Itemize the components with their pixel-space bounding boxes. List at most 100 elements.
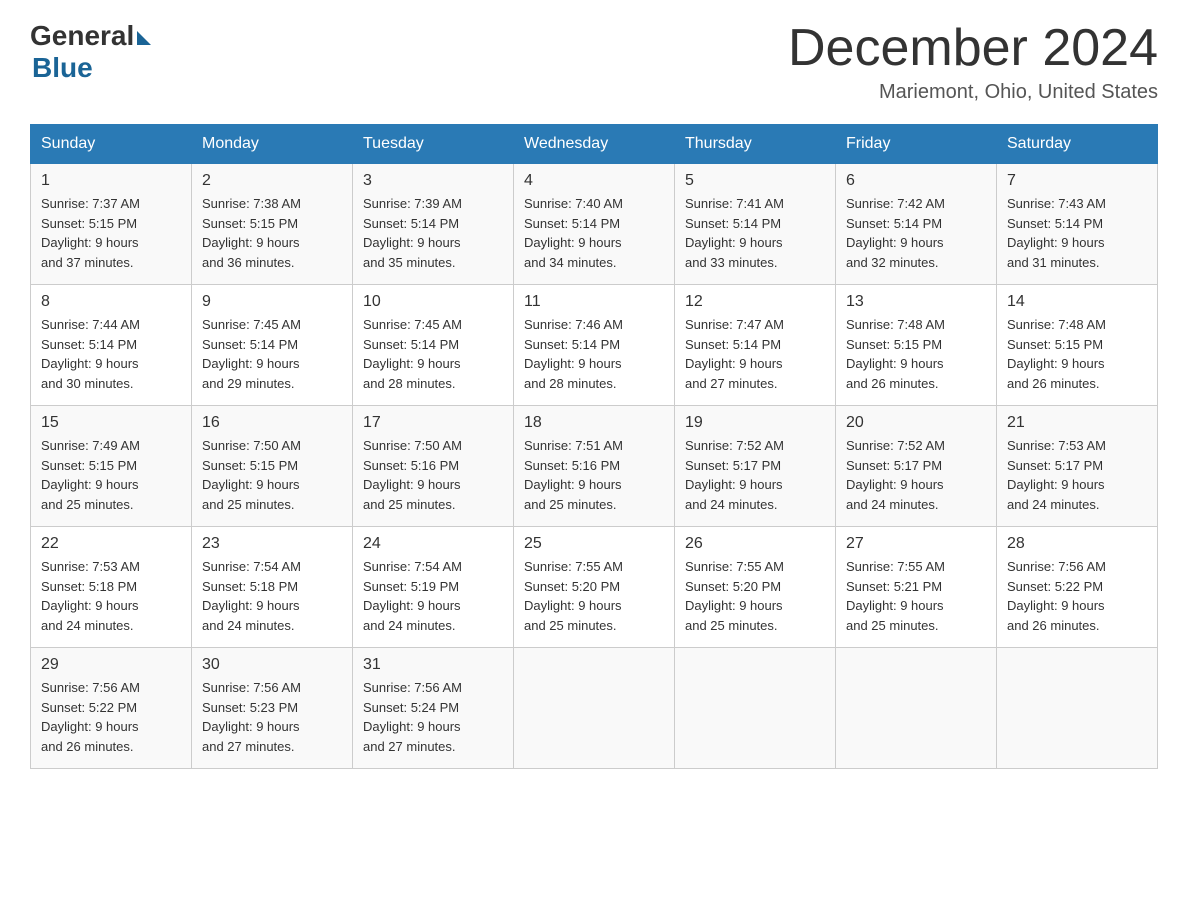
day-number: 28 bbox=[1007, 535, 1147, 553]
day-number: 1 bbox=[41, 172, 181, 190]
day-number: 19 bbox=[685, 414, 825, 432]
day-number: 30 bbox=[202, 656, 342, 674]
day-number: 4 bbox=[524, 172, 664, 190]
calendar-day-cell: 20 Sunrise: 7:52 AMSunset: 5:17 PMDayligh… bbox=[836, 406, 997, 527]
calendar-day-cell: 5 Sunrise: 7:41 AMSunset: 5:14 PMDaylight… bbox=[675, 164, 836, 285]
day-number: 31 bbox=[363, 656, 503, 674]
day-number: 10 bbox=[363, 293, 503, 311]
calendar-day-cell: 25 Sunrise: 7:55 AMSunset: 5:20 PMDayligh… bbox=[514, 527, 675, 648]
day-info: Sunrise: 7:40 AMSunset: 5:14 PMDaylight:… bbox=[524, 194, 664, 272]
calendar-week-row: 29 Sunrise: 7:56 AMSunset: 5:22 PMDayligh… bbox=[31, 648, 1158, 769]
day-number: 22 bbox=[41, 535, 181, 553]
day-info: Sunrise: 7:48 AMSunset: 5:15 PMDaylight:… bbox=[1007, 315, 1147, 393]
logo: General Blue bbox=[30, 20, 151, 84]
calendar-empty-cell bbox=[675, 648, 836, 769]
calendar-empty-cell bbox=[514, 648, 675, 769]
day-number: 13 bbox=[846, 293, 986, 311]
day-number: 9 bbox=[202, 293, 342, 311]
calendar-day-cell: 7 Sunrise: 7:43 AMSunset: 5:14 PMDaylight… bbox=[997, 164, 1158, 285]
day-number: 11 bbox=[524, 293, 664, 311]
calendar-day-cell: 12Sunrise: 7:47 AMSunset: 5:14 PMDayligh… bbox=[675, 285, 836, 406]
day-number: 8 bbox=[41, 293, 181, 311]
calendar-day-cell: 9 Sunrise: 7:45 AMSunset: 5:14 PMDaylight… bbox=[192, 285, 353, 406]
day-info: Sunrise: 7:41 AMSunset: 5:14 PMDaylight:… bbox=[685, 194, 825, 272]
day-number: 23 bbox=[202, 535, 342, 553]
calendar-day-cell: 27 Sunrise: 7:55 AMSunset: 5:21 PMDayligh… bbox=[836, 527, 997, 648]
calendar-header-row: SundayMondayTuesdayWednesdayThursdayFrid… bbox=[31, 125, 1158, 164]
title-section: December 2024 Mariemont, Ohio, United St… bbox=[788, 20, 1158, 104]
day-info: Sunrise: 7:54 AMSunset: 5:19 PMDaylight:… bbox=[363, 557, 503, 635]
day-number: 20 bbox=[846, 414, 986, 432]
calendar-day-cell: 1Sunrise: 7:37 AMSunset: 5:15 PMDaylight… bbox=[31, 164, 192, 285]
calendar-empty-cell bbox=[836, 648, 997, 769]
calendar-day-cell: 28 Sunrise: 7:56 AMSunset: 5:22 PMDayligh… bbox=[997, 527, 1158, 648]
day-info: Sunrise: 7:52 AMSunset: 5:17 PMDaylight:… bbox=[846, 436, 986, 514]
calendar-day-cell: 30Sunrise: 7:56 AMSunset: 5:23 PMDayligh… bbox=[192, 648, 353, 769]
calendar-day-cell: 8 Sunrise: 7:44 AMSunset: 5:14 PMDaylight… bbox=[31, 285, 192, 406]
location-label: Mariemont, Ohio, United States bbox=[788, 81, 1158, 104]
day-info: Sunrise: 7:45 AMSunset: 5:14 PMDaylight:… bbox=[363, 315, 503, 393]
day-number: 7 bbox=[1007, 172, 1147, 190]
day-number: 3 bbox=[363, 172, 503, 190]
calendar-week-row: 1Sunrise: 7:37 AMSunset: 5:15 PMDaylight… bbox=[31, 164, 1158, 285]
calendar-day-cell: 13 Sunrise: 7:48 AMSunset: 5:15 PMDayligh… bbox=[836, 285, 997, 406]
day-info: Sunrise: 7:54 AMSunset: 5:18 PMDaylight:… bbox=[202, 557, 342, 635]
calendar-day-cell: 3Sunrise: 7:39 AMSunset: 5:14 PMDaylight… bbox=[353, 164, 514, 285]
logo-general-text: General bbox=[30, 20, 134, 52]
day-info: Sunrise: 7:44 AMSunset: 5:14 PMDaylight:… bbox=[41, 315, 181, 393]
calendar-table: SundayMondayTuesdayWednesdayThursdayFrid… bbox=[30, 124, 1158, 769]
calendar-week-row: 22 Sunrise: 7:53 AMSunset: 5:18 PMDayligh… bbox=[31, 527, 1158, 648]
day-number: 2 bbox=[202, 172, 342, 190]
day-info: Sunrise: 7:51 AMSunset: 5:16 PMDaylight:… bbox=[524, 436, 664, 514]
month-title: December 2024 bbox=[788, 20, 1158, 77]
day-info: Sunrise: 7:46 AMSunset: 5:14 PMDaylight:… bbox=[524, 315, 664, 393]
day-info: Sunrise: 7:53 AMSunset: 5:17 PMDaylight:… bbox=[1007, 436, 1147, 514]
calendar-day-cell: 2 Sunrise: 7:38 AMSunset: 5:15 PMDaylight… bbox=[192, 164, 353, 285]
day-number: 25 bbox=[524, 535, 664, 553]
day-info: Sunrise: 7:56 AMSunset: 5:22 PMDaylight:… bbox=[1007, 557, 1147, 635]
day-number: 26 bbox=[685, 535, 825, 553]
day-number: 27 bbox=[846, 535, 986, 553]
day-info: Sunrise: 7:48 AMSunset: 5:15 PMDaylight:… bbox=[846, 315, 986, 393]
day-number: 14 bbox=[1007, 293, 1147, 311]
day-info: Sunrise: 7:55 AMSunset: 5:20 PMDaylight:… bbox=[524, 557, 664, 635]
day-info: Sunrise: 7:43 AMSunset: 5:14 PMDaylight:… bbox=[1007, 194, 1147, 272]
calendar-day-cell: 18 Sunrise: 7:51 AMSunset: 5:16 PMDayligh… bbox=[514, 406, 675, 527]
day-number: 6 bbox=[846, 172, 986, 190]
day-info: Sunrise: 7:45 AMSunset: 5:14 PMDaylight:… bbox=[202, 315, 342, 393]
calendar-day-cell: 31 Sunrise: 7:56 AMSunset: 5:24 PMDayligh… bbox=[353, 648, 514, 769]
day-header-thursday: Thursday bbox=[675, 125, 836, 164]
day-number: 5 bbox=[685, 172, 825, 190]
day-info: Sunrise: 7:53 AMSunset: 5:18 PMDaylight:… bbox=[41, 557, 181, 635]
day-info: Sunrise: 7:56 AMSunset: 5:22 PMDaylight:… bbox=[41, 678, 181, 756]
calendar-day-cell: 14 Sunrise: 7:48 AMSunset: 5:15 PMDayligh… bbox=[997, 285, 1158, 406]
day-number: 21 bbox=[1007, 414, 1147, 432]
day-info: Sunrise: 7:52 AMSunset: 5:17 PMDaylight:… bbox=[685, 436, 825, 514]
calendar-day-cell: 6Sunrise: 7:42 AMSunset: 5:14 PMDaylight… bbox=[836, 164, 997, 285]
day-header-sunday: Sunday bbox=[31, 125, 192, 164]
day-header-friday: Friday bbox=[836, 125, 997, 164]
day-info: Sunrise: 7:55 AMSunset: 5:20 PMDaylight:… bbox=[685, 557, 825, 635]
day-header-monday: Monday bbox=[192, 125, 353, 164]
day-number: 18 bbox=[524, 414, 664, 432]
day-header-tuesday: Tuesday bbox=[353, 125, 514, 164]
calendar-day-cell: 24Sunrise: 7:54 AMSunset: 5:19 PMDayligh… bbox=[353, 527, 514, 648]
day-info: Sunrise: 7:38 AMSunset: 5:15 PMDaylight:… bbox=[202, 194, 342, 272]
calendar-day-cell: 11 Sunrise: 7:46 AMSunset: 5:14 PMDayligh… bbox=[514, 285, 675, 406]
calendar-day-cell: 22 Sunrise: 7:53 AMSunset: 5:18 PMDayligh… bbox=[31, 527, 192, 648]
day-info: Sunrise: 7:50 AMSunset: 5:16 PMDaylight:… bbox=[363, 436, 503, 514]
day-info: Sunrise: 7:55 AMSunset: 5:21 PMDaylight:… bbox=[846, 557, 986, 635]
day-number: 15 bbox=[41, 414, 181, 432]
calendar-empty-cell bbox=[997, 648, 1158, 769]
calendar-week-row: 15Sunrise: 7:49 AMSunset: 5:15 PMDayligh… bbox=[31, 406, 1158, 527]
day-header-wednesday: Wednesday bbox=[514, 125, 675, 164]
day-number: 29 bbox=[41, 656, 181, 674]
calendar-day-cell: 23 Sunrise: 7:54 AMSunset: 5:18 PMDayligh… bbox=[192, 527, 353, 648]
day-header-saturday: Saturday bbox=[997, 125, 1158, 164]
day-info: Sunrise: 7:47 AMSunset: 5:14 PMDaylight:… bbox=[685, 315, 825, 393]
day-number: 16 bbox=[202, 414, 342, 432]
calendar-day-cell: 29 Sunrise: 7:56 AMSunset: 5:22 PMDayligh… bbox=[31, 648, 192, 769]
day-info: Sunrise: 7:56 AMSunset: 5:24 PMDaylight:… bbox=[363, 678, 503, 756]
calendar-day-cell: 10 Sunrise: 7:45 AMSunset: 5:14 PMDayligh… bbox=[353, 285, 514, 406]
day-info: Sunrise: 7:50 AMSunset: 5:15 PMDaylight:… bbox=[202, 436, 342, 514]
